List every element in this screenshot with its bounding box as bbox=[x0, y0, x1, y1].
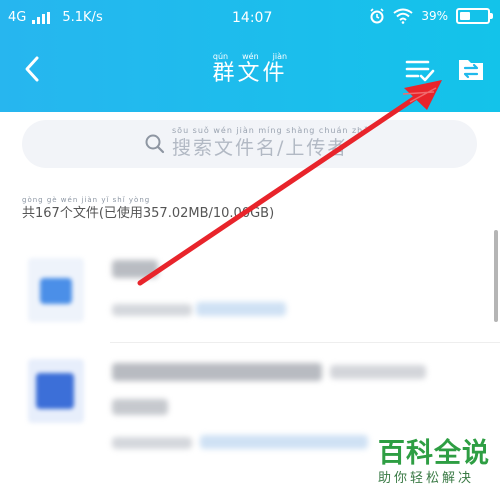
search-icon bbox=[145, 134, 165, 154]
search-input[interactable]: sōu suǒ wén jiàn míng shàng chuán zhě 搜索… bbox=[22, 120, 477, 168]
back-button[interactable] bbox=[18, 54, 48, 84]
file-name-redacted bbox=[112, 260, 158, 278]
file-summary-pinyin: gòng gè wén jiàn yǐ shǐ yòng bbox=[22, 196, 151, 204]
title-pinyin: qún wén jiàn bbox=[200, 52, 300, 61]
sort-check-icon bbox=[405, 60, 435, 82]
list-item[interactable] bbox=[0, 345, 500, 449]
file-uploader-redacted bbox=[196, 302, 286, 316]
file-thumbnail bbox=[28, 258, 84, 322]
sort-button[interactable] bbox=[404, 54, 436, 86]
upload-file-icon bbox=[459, 60, 483, 80]
network-speed: 5.1K/s bbox=[62, 10, 103, 25]
wifi-icon bbox=[393, 8, 413, 24]
list-divider bbox=[110, 342, 500, 343]
watermark-subtitle: 助你轻松解决 bbox=[378, 471, 475, 486]
search-placeholder-pinyin: sōu suǒ wén jiàn míng shàng chuán zhě bbox=[172, 126, 370, 135]
upload-button[interactable] bbox=[455, 54, 487, 86]
scrollbar[interactable] bbox=[494, 230, 498, 322]
signal-icon bbox=[32, 11, 51, 24]
file-name-redacted bbox=[112, 363, 322, 381]
file-thumbnail bbox=[28, 359, 84, 423]
navbar: qún wén jiàn 群文件 bbox=[0, 36, 500, 112]
status-left: 4G 5.1K/s bbox=[8, 10, 103, 25]
search-placeholder: sōu suǒ wén jiàn míng shàng chuán zhě 搜索… bbox=[172, 126, 369, 161]
file-uploader-redacted bbox=[200, 435, 368, 449]
file-summary-text: 共167个文件(已使用357.02MB/10.00GB) bbox=[22, 206, 275, 221]
battery-fill bbox=[460, 12, 471, 20]
file-name-redacted-2 bbox=[330, 365, 426, 379]
page-title: 群文件 bbox=[212, 61, 288, 86]
file-meta-redacted bbox=[112, 304, 192, 316]
status-right: 39% bbox=[369, 8, 493, 24]
status-bar: 4G 5.1K/s 14:07 39% bbox=[0, 0, 500, 36]
battery-icon bbox=[456, 8, 493, 24]
file-ext-redacted bbox=[112, 399, 168, 415]
alarm-icon bbox=[370, 8, 384, 24]
watermark-title: 百科全说 bbox=[378, 438, 490, 469]
battery-percent: 39% bbox=[421, 9, 448, 23]
status-time: 14:07 bbox=[232, 10, 273, 26]
title-pinyin-2: wén bbox=[242, 52, 259, 61]
page-title-block: qún wén jiàn 群文件 bbox=[200, 52, 300, 87]
file-meta-redacted bbox=[112, 437, 192, 449]
watermark-logo: 百科全说 助你轻松解决 bbox=[378, 438, 490, 488]
list-item[interactable] bbox=[0, 232, 500, 332]
network-type: 4G bbox=[8, 10, 27, 25]
app-header: 4G 5.1K/s 14:07 39% qún wén jiàn 群文件 bbox=[0, 0, 500, 112]
search-placeholder-text: 搜索文件名/上传者 bbox=[172, 137, 349, 159]
file-summary: gòng gè wén jiàn yǐ shǐ yòng 共167个文件(已使用… bbox=[22, 196, 274, 223]
title-pinyin-3: jiàn bbox=[272, 52, 288, 61]
title-pinyin-1: qún bbox=[212, 52, 229, 61]
chevron-left-icon bbox=[25, 56, 39, 82]
